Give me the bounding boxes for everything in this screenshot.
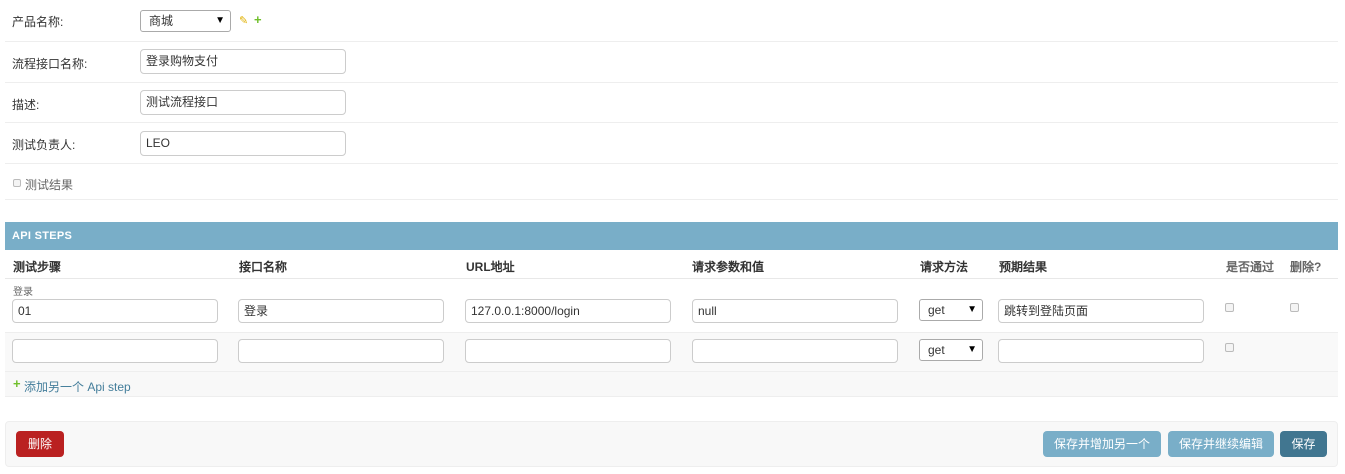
col-expected: 预期结果: [999, 260, 1048, 274]
expected-input[interactable]: 跳转到登陆页面: [998, 299, 1204, 323]
product-select[interactable]: 商城 ▼: [140, 10, 231, 32]
col-url: URL地址: [466, 260, 515, 274]
col-name: 接口名称: [239, 260, 288, 274]
api-steps-header: API STEPS: [5, 222, 1338, 250]
add-product-icon[interactable]: +: [254, 12, 262, 27]
flow-name-label: 流程接口名称:: [12, 57, 88, 71]
passed-checkbox[interactable]: [1225, 303, 1234, 312]
col-method: 请求方法: [920, 260, 969, 274]
method-select[interactable]: get ▼: [919, 299, 983, 321]
product-label: 产品名称:: [12, 15, 64, 29]
expected-input[interactable]: [998, 339, 1204, 363]
passed-checkbox[interactable]: [1225, 343, 1234, 352]
chevron-down-icon: ▼: [215, 15, 225, 26]
params-input[interactable]: [692, 339, 898, 363]
tester-row: 测试负责人: LEO: [5, 123, 1338, 164]
product-row: 产品名称: 商城 ▼ ✎ +: [5, 0, 1338, 42]
params-input[interactable]: null: [692, 299, 898, 323]
chevron-down-icon: ▼: [967, 304, 977, 315]
tester-label: 测试负责人:: [12, 138, 76, 152]
tester-input[interactable]: LEO: [140, 131, 346, 156]
api-name-input[interactable]: 登录: [238, 299, 444, 323]
col-delete: 删除?: [1290, 260, 1322, 274]
add-icon[interactable]: +: [13, 376, 21, 391]
step-input[interactable]: [12, 339, 218, 363]
result-checkbox[interactable]: [13, 179, 21, 187]
submit-row: 删除 保存并增加另一个 保存并继续编辑 保存: [5, 421, 1338, 467]
description-row: 描述: 测试流程接口: [5, 83, 1338, 123]
description-label: 描述:: [12, 98, 40, 112]
delete-button[interactable]: 删除: [16, 431, 64, 457]
description-input[interactable]: 测试流程接口: [140, 90, 346, 115]
product-select-value: 商城: [149, 14, 174, 28]
url-input[interactable]: [465, 339, 671, 363]
api-steps-column-headers: 测试步骤 接口名称 URL地址 请求参数和值 请求方法 预期结果 是否通过 删除…: [5, 250, 1338, 279]
flow-name-row: 流程接口名称: 登录购物支付: [5, 42, 1338, 83]
flow-name-input[interactable]: 登录购物支付: [140, 49, 346, 74]
save-and-add-button[interactable]: 保存并增加另一个: [1043, 431, 1161, 457]
col-params: 请求参数和值: [692, 260, 765, 274]
url-input[interactable]: 127.0.0.1:8000/login: [465, 299, 671, 323]
col-step: 测试步骤: [13, 260, 62, 274]
save-and-continue-button[interactable]: 保存并继续编辑: [1168, 431, 1274, 457]
add-another-link[interactable]: 添加另一个 Api step: [24, 378, 131, 395]
save-button[interactable]: 保存: [1280, 431, 1327, 457]
method-select-value: get: [928, 303, 945, 317]
method-select-value: get: [928, 343, 945, 357]
step-input[interactable]: 01: [12, 299, 218, 323]
col-passed: 是否通过: [1226, 260, 1275, 274]
delete-checkbox[interactable]: [1290, 303, 1299, 312]
result-checkbox-label: 测试结果: [25, 178, 74, 192]
add-another-row: + 添加另一个 Api step: [5, 372, 1338, 397]
table-row: get ▼: [5, 333, 1338, 372]
table-row: 登录 01 登录 127.0.0.1:8000/login null get ▼…: [5, 279, 1338, 333]
result-row: 测试结果: [5, 164, 1338, 200]
method-select[interactable]: get ▼: [919, 339, 983, 361]
chevron-down-icon: ▼: [967, 344, 977, 355]
row-inline-label: 登录: [13, 287, 33, 298]
api-name-input[interactable]: [238, 339, 444, 363]
edit-pencil-icon[interactable]: ✎: [239, 14, 248, 27]
